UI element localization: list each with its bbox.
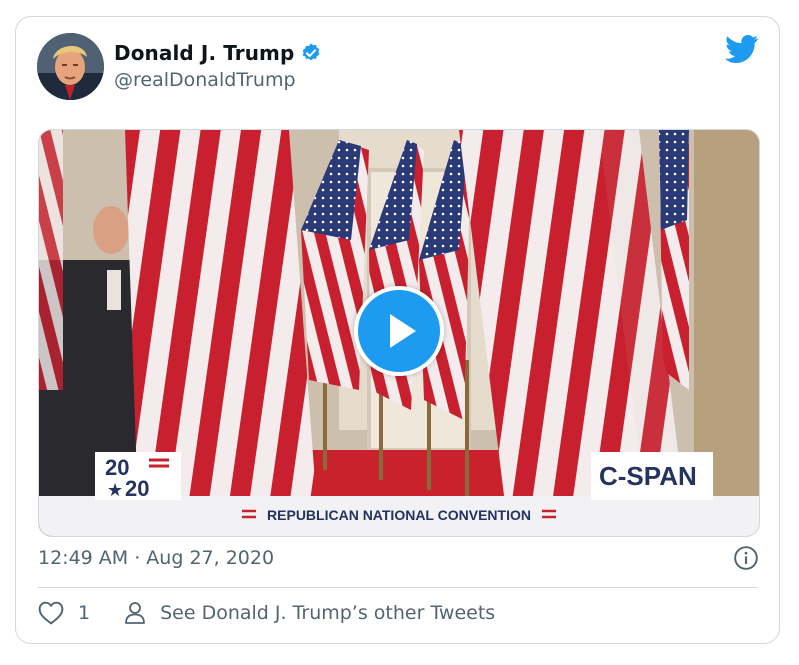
network-badge-text: C-SPAN — [599, 461, 697, 491]
like-button[interactable]: 1 — [38, 601, 90, 625]
divider — [38, 587, 757, 588]
see-other-tweets-label: See Donald J. Trump’s other Tweets — [160, 602, 496, 624]
year-badge-bottom: 20 — [125, 476, 149, 501]
author-row: Donald J. Trump — [114, 41, 322, 65]
info-icon[interactable] — [733, 545, 759, 571]
author-name[interactable]: Donald J. Trump — [114, 41, 294, 65]
twitter-bird-icon[interactable] — [725, 35, 759, 63]
avatar[interactable] — [37, 33, 104, 100]
svg-text:★: ★ — [107, 480, 123, 501]
author-handle[interactable]: @realDonaldTrump — [114, 69, 296, 91]
video-player[interactable]: 20 20 ★ C-SPAN REPUBLICAN NATIONAL CONVE… — [38, 129, 760, 537]
convention-banner: REPUBLICAN NATIONAL CONVENTION — [242, 507, 556, 523]
tweet-actions: 1 See Donald J. Trump’s other Tweets — [38, 601, 495, 625]
heart-icon — [38, 601, 64, 625]
network-badge: C-SPAN — [591, 452, 713, 500]
tweet-card: Donald J. Trump @realDonaldTrump 20 20 ★… — [15, 16, 780, 644]
like-count: 1 — [78, 602, 91, 624]
see-other-tweets-link[interactable]: See Donald J. Trump’s other Tweets — [124, 601, 495, 625]
play-button[interactable] — [354, 286, 444, 376]
verified-badge-icon — [303, 43, 320, 61]
tweet-timestamp[interactable]: 12:49 AM · Aug 27, 2020 — [38, 547, 274, 569]
banner-text: REPUBLICAN NATIONAL CONVENTION — [267, 507, 531, 523]
avatar-image — [37, 33, 104, 100]
person-icon — [125, 602, 145, 624]
year-badge: 20 20 ★ — [95, 452, 181, 501]
play-icon — [390, 314, 416, 348]
